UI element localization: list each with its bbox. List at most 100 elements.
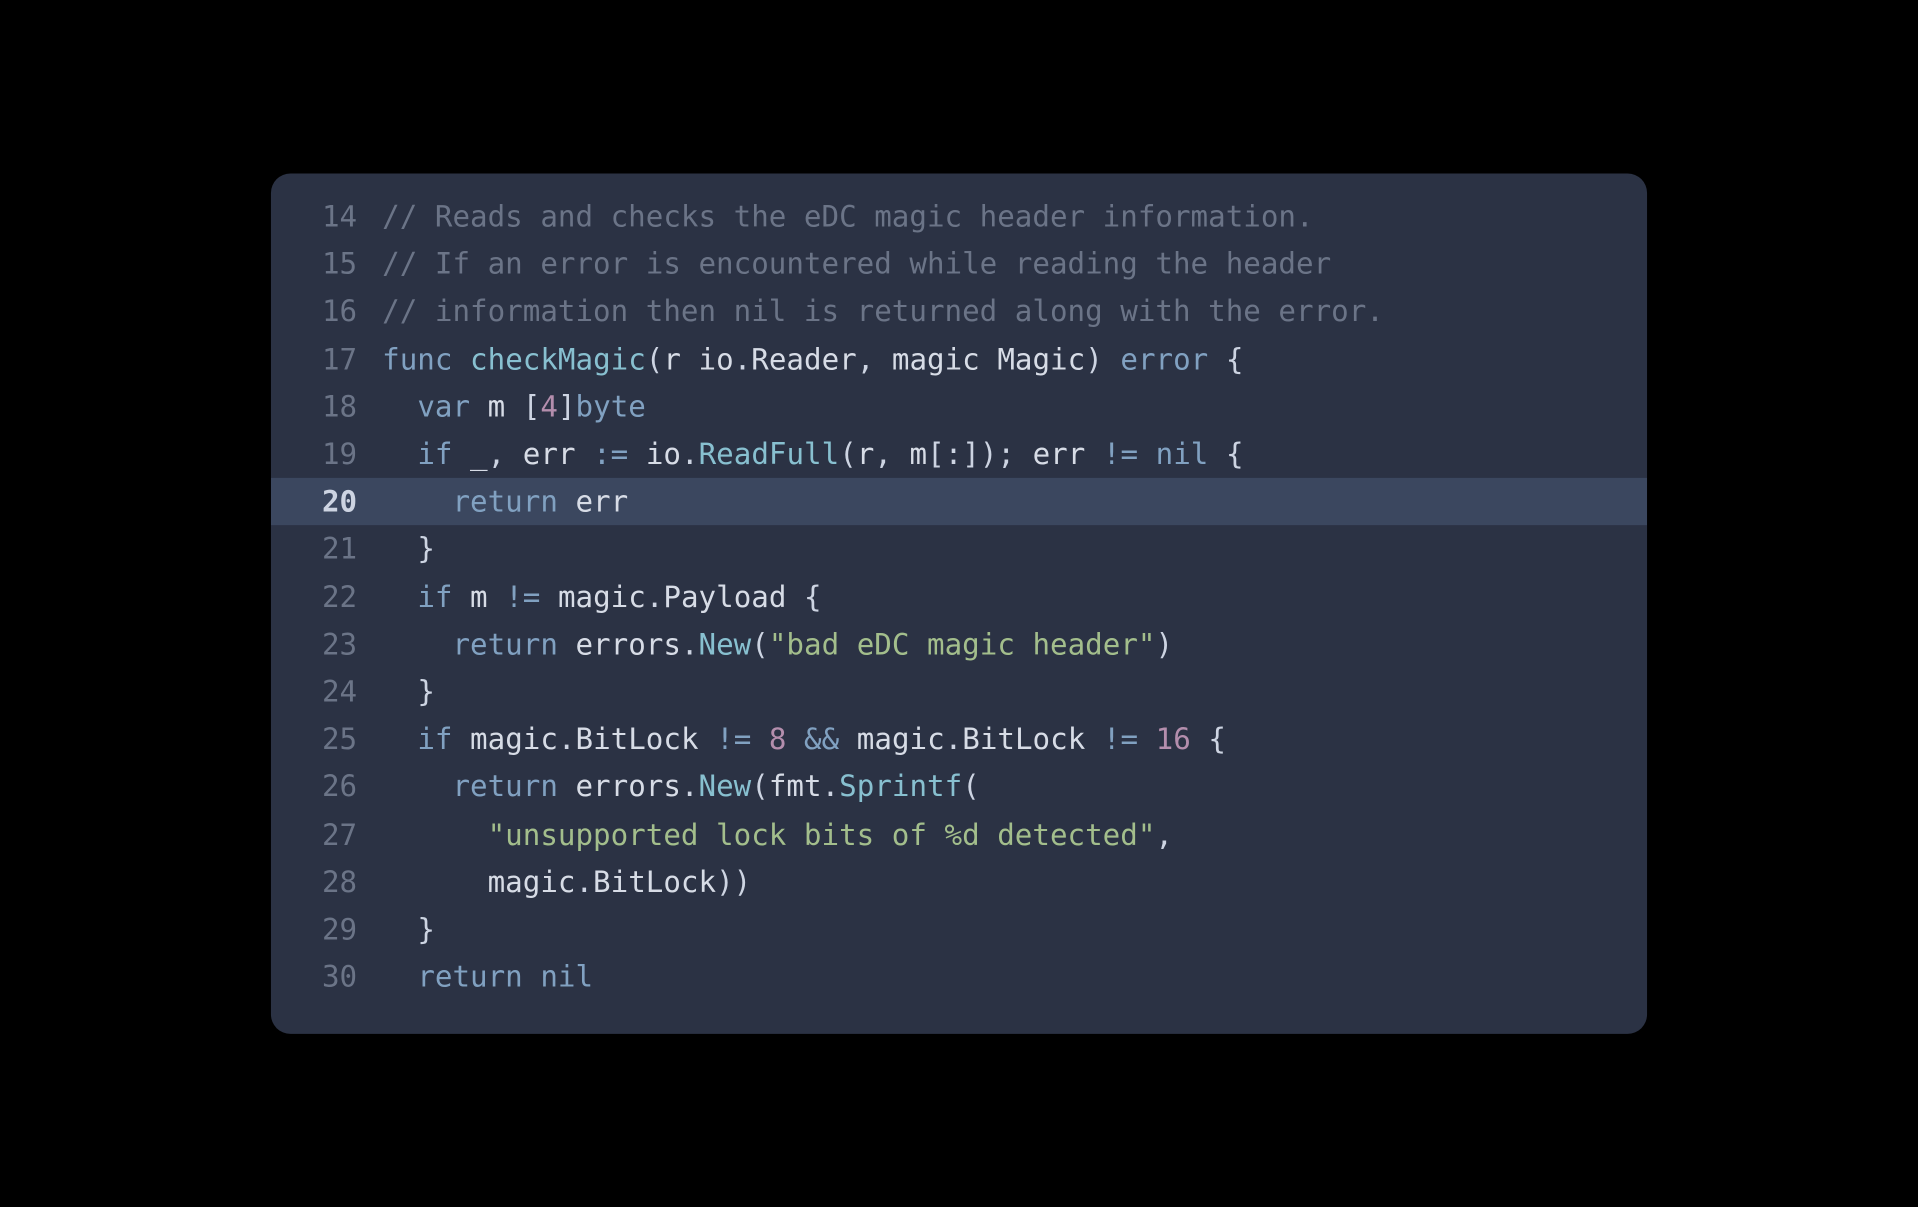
code-token: . — [681, 627, 699, 660]
code-token: nil — [1156, 437, 1209, 470]
code-token — [452, 342, 470, 375]
code-token: errors — [558, 770, 681, 803]
code-token — [382, 485, 452, 518]
code-token: New — [699, 770, 752, 803]
code-token: "bad eDC magic header" — [769, 627, 1156, 660]
code-line-content: return err — [382, 478, 1614, 526]
code-token: nil — [540, 960, 593, 993]
code-line-content: return errors.New(fmt.Sprintf( — [382, 763, 1614, 811]
code-line-content: // information then nil is returned alon… — [382, 288, 1614, 336]
code-token: } — [417, 532, 435, 565]
code-token — [382, 532, 417, 565]
code-line: 20 return err — [271, 478, 1647, 526]
code-token — [382, 437, 417, 470]
code-line-content: } — [382, 906, 1614, 954]
code-token: ( — [839, 437, 857, 470]
code-token: ) — [1085, 342, 1120, 375]
code-token — [523, 960, 541, 993]
code-token: if — [417, 722, 452, 755]
code-token: // Reads and checks the eDC magic header… — [382, 199, 1313, 232]
code-line: 17func checkMagic(r io.Reader, magic Mag… — [271, 335, 1647, 383]
code-token: magic Magic — [892, 342, 1085, 375]
code-token: m — [470, 390, 523, 423]
code-line-content: } — [382, 668, 1614, 716]
code-token: if — [417, 580, 452, 613]
code-token: Reader — [751, 342, 856, 375]
code-token: . — [822, 770, 840, 803]
code-line-content: magic.BitLock)) — [382, 858, 1614, 906]
line-number: 26 — [271, 763, 382, 811]
line-number: 23 — [271, 620, 382, 668]
code-token: . — [681, 437, 699, 470]
code-token: . — [558, 722, 576, 755]
code-token: , — [857, 342, 892, 375]
code-token: { — [804, 580, 822, 613]
line-number: 27 — [271, 810, 382, 858]
code-token: . — [575, 865, 593, 898]
code-line-content: var m [4]byte — [382, 383, 1614, 431]
code-token: ( — [751, 627, 769, 660]
code-token: ) — [1155, 627, 1173, 660]
code-token: io — [628, 437, 681, 470]
code-token: "unsupported lock bits of %d detected" — [488, 817, 1156, 850]
code-line-content: if magic.BitLock != 8 && magic.BitLock !… — [382, 715, 1614, 763]
code-line-content: if _, err := io.ReadFull(r, m[:]); err !… — [382, 430, 1614, 478]
code-line: 23 return errors.New("bad eDC magic head… — [271, 620, 1647, 668]
line-number: 15 — [271, 240, 382, 288]
code-token: BitLock — [576, 722, 717, 755]
code-token: && — [804, 722, 839, 755]
code-token — [786, 722, 804, 755]
code-token: magic — [839, 722, 944, 755]
code-token: New — [699, 627, 752, 660]
line-number: 30 — [271, 953, 382, 1001]
code-token: // information then nil is returned alon… — [382, 294, 1384, 327]
line-number: 17 — [271, 335, 382, 383]
code-line-content: return errors.New("bad eDC magic header"… — [382, 620, 1614, 668]
code-line: 16// information then nil is returned al… — [271, 288, 1647, 336]
code-token — [382, 390, 417, 423]
line-number: 24 — [271, 668, 382, 716]
line-number: 28 — [271, 858, 382, 906]
code-token: r — [857, 437, 875, 470]
code-token: if — [417, 437, 452, 470]
code-token: Payload — [663, 580, 804, 613]
code-token — [382, 627, 452, 660]
line-number: 22 — [271, 573, 382, 621]
code-line: 27 "unsupported lock bits of %d detected… — [271, 810, 1647, 858]
code-token: error — [1120, 342, 1208, 375]
code-line: 14// Reads and checks the eDC magic head… — [271, 192, 1647, 240]
code-token — [382, 722, 417, 755]
code-token: return — [452, 770, 557, 803]
code-token: err — [558, 485, 628, 518]
code-token: != — [505, 580, 540, 613]
line-number: 14 — [271, 192, 382, 240]
line-number: 25 — [271, 715, 382, 763]
code-token: . — [681, 770, 699, 803]
code-token: err — [1033, 437, 1103, 470]
code-token: checkMagic — [470, 342, 646, 375]
code-line-content: return nil — [382, 953, 1614, 1001]
code-token: return — [452, 627, 557, 660]
code-line: 22 if m != magic.Payload { — [271, 573, 1647, 621]
code-line-content: } — [382, 525, 1614, 573]
code-line: 24 } — [271, 668, 1647, 716]
line-number: 21 — [271, 525, 382, 573]
code-token: fmt — [769, 770, 822, 803]
code-token: ] — [558, 390, 576, 423]
code-line: 21 } — [271, 525, 1647, 573]
line-number: 16 — [271, 288, 382, 336]
code-token — [382, 675, 417, 708]
code-token — [382, 580, 417, 613]
code-token: )) — [716, 865, 751, 898]
code-line-content: // Reads and checks the eDC magic header… — [382, 192, 1614, 240]
code-token: != — [1103, 722, 1138, 755]
code-token: ReadFull — [699, 437, 840, 470]
code-token — [382, 817, 487, 850]
code-token: , — [488, 437, 523, 470]
code-line: 29 } — [271, 906, 1647, 954]
code-line: 25 if magic.BitLock != 8 && magic.BitLoc… — [271, 715, 1647, 763]
code-token: BitLock — [962, 722, 1103, 755]
line-number: 18 — [271, 383, 382, 431]
code-token: 4 — [540, 390, 558, 423]
code-token: Sprintf — [839, 770, 962, 803]
